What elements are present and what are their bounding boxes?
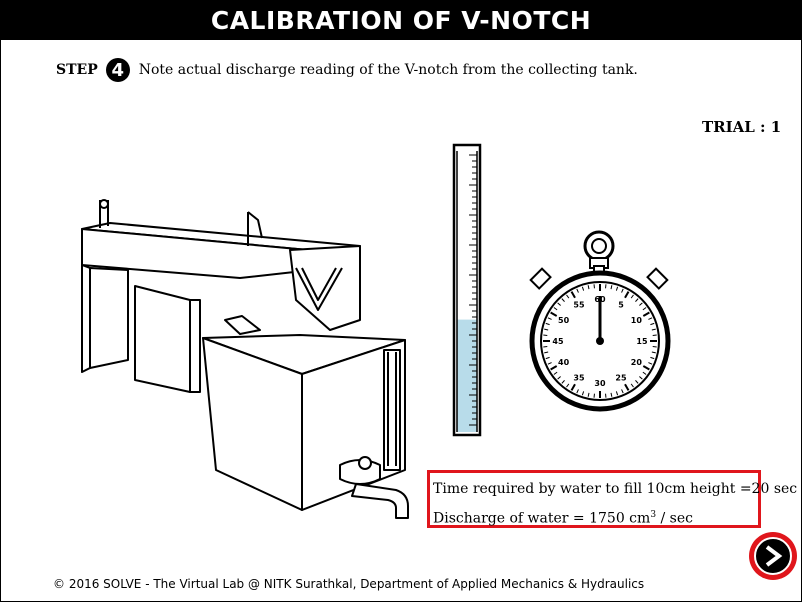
stopwatch-dial-label: 35 — [573, 373, 585, 382]
stopwatch-dial-label: 40 — [558, 358, 570, 367]
stopwatch-dial-label: 45 — [552, 337, 564, 346]
discharge-unit-suffix: / sec — [656, 510, 693, 527]
stopwatch-dial-label: 10 — [631, 316, 643, 325]
footer-copyright: © 2016 SOLVE - The Virtual Lab @ NITK Su… — [53, 577, 645, 591]
next-button-inner — [754, 537, 792, 575]
stopwatch-dial-label: 5 — [618, 301, 624, 310]
stopwatch-dial-label: 55 — [573, 301, 585, 310]
next-button[interactable] — [749, 532, 797, 580]
stopwatch-dial-label: 50 — [558, 316, 570, 325]
discharge-value: Discharge of water = 1750 cm — [433, 510, 651, 527]
measuring-tube — [452, 143, 482, 437]
results-box: Time required by water to fill 10cm heig… — [427, 470, 797, 528]
time-required-text: Time required by water to fill 10cm heig… — [433, 481, 798, 497]
discharge-text: Discharge of water = 1750 cm3 / sec — [433, 510, 693, 527]
stopwatch-dial-label: 15 — [636, 337, 648, 346]
stopwatch-dial-label: 30 — [594, 379, 606, 388]
arrow-right-icon — [765, 545, 783, 567]
stopwatch-dial-label: 20 — [631, 358, 643, 367]
tube-water-fill — [457, 319, 477, 432]
stopwatch: 60510152025303540455055 — [529, 230, 671, 412]
stopwatch-dial-label: 25 — [615, 373, 627, 382]
